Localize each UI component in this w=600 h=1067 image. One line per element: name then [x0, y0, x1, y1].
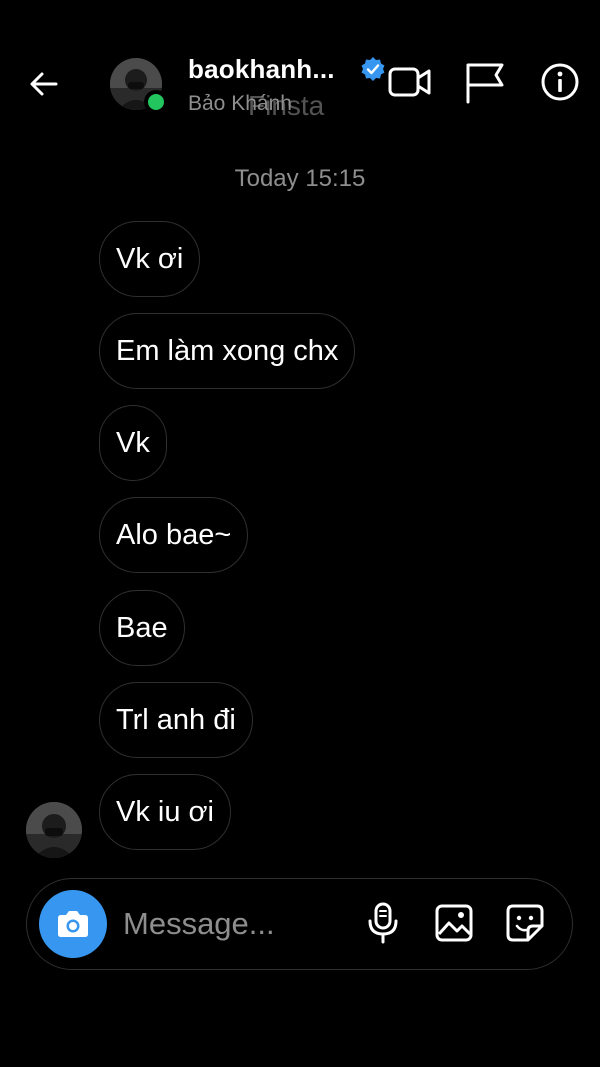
message-bubble[interactable]: Trl anh đi [99, 682, 253, 758]
report-button[interactable] [460, 58, 508, 106]
message-bubble[interactable]: Vk [99, 405, 167, 481]
flag-icon [466, 63, 504, 104]
verified-badge-icon [361, 57, 385, 81]
message-bubble[interactable]: Alo bae~ [99, 497, 249, 573]
camera-button[interactable] [39, 890, 107, 958]
username: baokhanh... [188, 54, 335, 84]
message-input[interactable] [123, 899, 343, 949]
message-bubble[interactable]: Vk iu ơi [99, 774, 231, 850]
gallery-button[interactable] [430, 899, 478, 947]
sender-avatar[interactable] [26, 802, 82, 858]
chat-header: baokhanh... Finsta Bảo Khánh [0, 0, 600, 160]
display-name: Bảo Khánh [188, 92, 292, 115]
message-bubble[interactable]: Bae [99, 590, 185, 666]
message-bubble[interactable]: Vk ơi [99, 221, 201, 297]
video-camera-icon [388, 67, 431, 97]
message-composer [26, 878, 573, 970]
online-status-dot [144, 90, 168, 114]
voice-message-button[interactable] [359, 899, 407, 947]
message-bubble[interactable]: Em làm xong chx [99, 313, 356, 389]
camera-icon [58, 911, 88, 937]
profile-avatar-button[interactable] [110, 58, 168, 114]
conversation-info-button[interactable] [536, 58, 584, 106]
sticker-icon [506, 904, 544, 942]
microphone-icon [368, 902, 398, 944]
back-button[interactable] [22, 62, 66, 106]
message-timestamp: Today 15:15 [234, 165, 366, 192]
sticker-button[interactable] [501, 899, 549, 947]
profile-name-block[interactable]: baokhanh... Finsta Bảo Khánh [188, 52, 388, 122]
video-call-button[interactable] [386, 58, 434, 106]
gallery-icon [435, 904, 473, 942]
back-arrow-icon [30, 72, 58, 96]
info-icon [541, 63, 579, 101]
